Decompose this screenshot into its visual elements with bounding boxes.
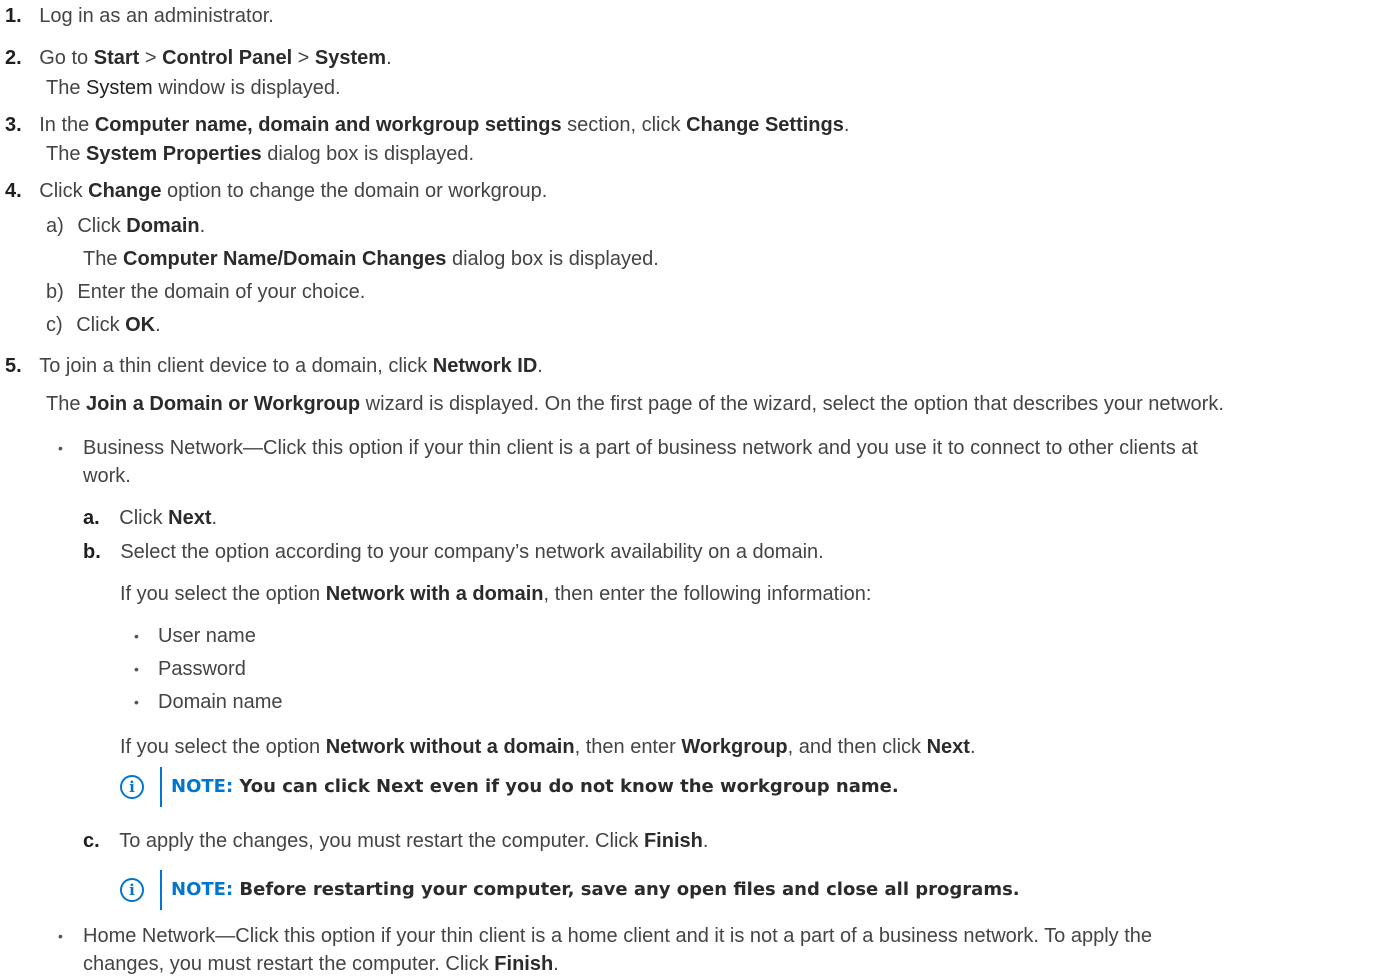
step-3-result: The System Properties dialog box is disp… <box>46 143 475 165</box>
step-5: 5. To join a thin client device to a dom… <box>5 354 543 378</box>
note-divider <box>160 767 162 807</box>
step-number: 1. <box>5 5 22 27</box>
step-3: 3. In the Computer name, domain and work… <box>5 113 849 137</box>
step-text: Go to Start > Control Panel > System. <box>39 47 392 69</box>
field-user-name: User name <box>158 625 256 647</box>
note-divider <box>160 870 162 910</box>
step-text: Log in as an administrator. <box>39 5 274 27</box>
note-restart: NOTE: Before restarting your computer, s… <box>171 879 1020 900</box>
business-step-c: c. To apply the changes, you must restar… <box>83 830 709 852</box>
business-step-b: b. Select the option according to your c… <box>83 541 824 563</box>
no-domain-instruction: If you select the option Network without… <box>120 736 976 758</box>
home-network-line1: Home Network—Click this option if your t… <box>83 925 1153 947</box>
step-text: To join a thin client device to a domain… <box>39 355 543 377</box>
home-network-line2: changes, you must restart the computer. … <box>83 953 559 975</box>
step-5-result: The Join a Domain or Workgroup wizard is… <box>46 393 1224 415</box>
step-number: 2. <box>5 47 22 69</box>
business-step-a: a. Click Next. <box>83 507 218 529</box>
domain-instruction: If you select the option Network with a … <box>120 583 872 605</box>
info-icon: i <box>120 878 144 902</box>
substep-a-result: The Computer Name/Domain Changes dialog … <box>83 248 659 270</box>
substep-b: b) Enter the domain of your choice. <box>46 281 366 303</box>
step-text: Click Change option to change the domain… <box>39 180 548 202</box>
bullet-icon: • <box>58 440 63 456</box>
step-1: 1. Log in as an administrator. <box>5 4 274 28</box>
bullet-icon: • <box>58 928 63 944</box>
step-4: 4. Click Change option to change the dom… <box>5 179 547 203</box>
step-text: In the Computer name, domain and workgro… <box>39 114 850 136</box>
field-domain-name: Domain name <box>158 691 283 713</box>
step-number: 5. <box>5 355 22 377</box>
bullet-icon: • <box>134 661 139 677</box>
step-number: 4. <box>5 180 22 202</box>
step-2-result: The System window is displayed. <box>46 77 341 99</box>
field-password: Password <box>158 658 246 680</box>
business-network-line1: Business Network—Click this option if yo… <box>83 437 1198 459</box>
business-network-line2: work. <box>83 465 131 487</box>
bullet-icon: • <box>134 694 139 710</box>
substep-c: c) Click OK. <box>46 314 161 336</box>
info-icon: i <box>120 775 144 799</box>
bullet-icon: • <box>134 628 139 644</box>
step-number: 3. <box>5 114 22 136</box>
note-workgroup: NOTE: You can click Next even if you do … <box>171 776 899 797</box>
substep-a: a) Click Domain. <box>46 215 206 237</box>
step-2: 2. Go to Start > Control Panel > System. <box>5 46 392 70</box>
